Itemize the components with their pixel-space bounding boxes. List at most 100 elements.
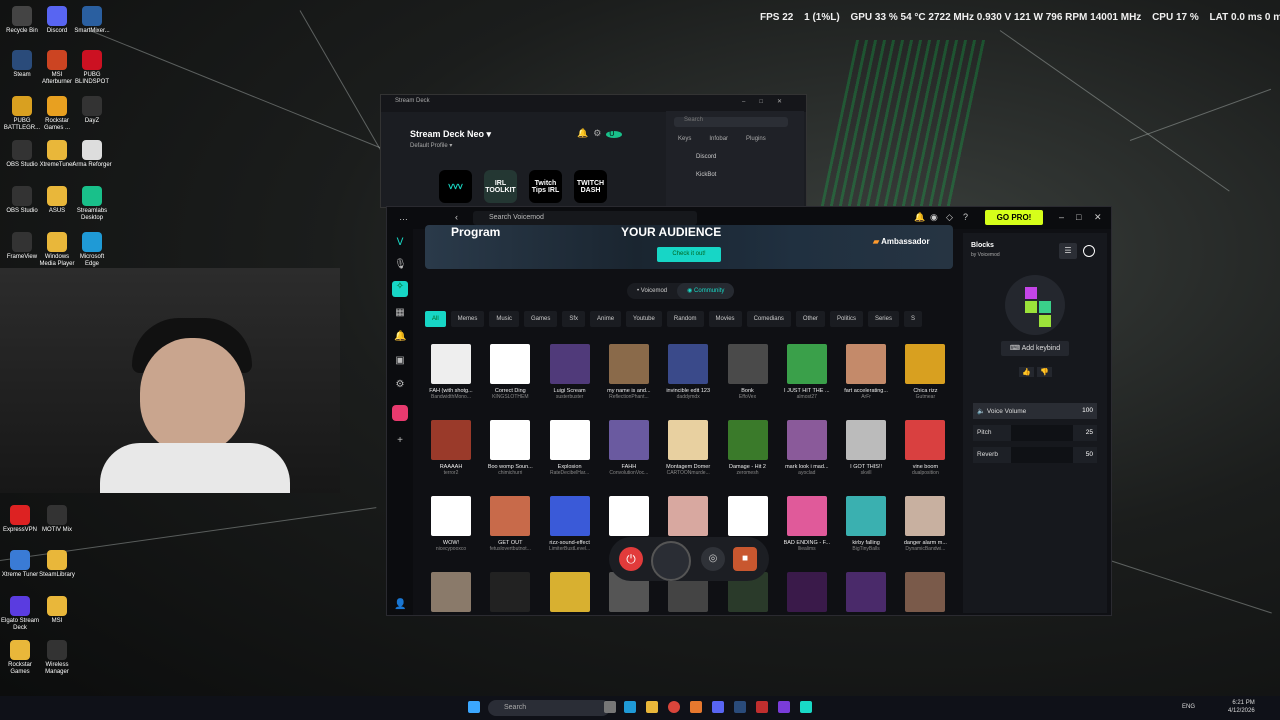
category-tab[interactable]: Comedians bbox=[746, 311, 791, 327]
menu-dots-icon[interactable]: … bbox=[399, 212, 408, 222]
sound-card[interactable] bbox=[897, 572, 953, 612]
desktop-icon[interactable]: SmartMixer... bbox=[72, 6, 112, 35]
blocks-voice-icon[interactable] bbox=[651, 541, 691, 581]
sound-card[interactable]: GET OUT fetuslovertbutnot... bbox=[482, 496, 538, 552]
category-tab[interactable]: Politics bbox=[829, 311, 863, 327]
sound-card[interactable]: danger alarm m... DynamicBandwi... bbox=[897, 496, 953, 552]
close-icon[interactable]: ✕ bbox=[1094, 212, 1102, 223]
stream-deck-titlebar[interactable]: Stream Deck ‒□✕ bbox=[381, 95, 806, 112]
sound-card[interactable] bbox=[838, 572, 894, 612]
desktop-icon[interactable]: Windows Media Player bbox=[37, 232, 77, 268]
taskbar-search[interactable]: Search bbox=[488, 700, 610, 716]
window-controls[interactable]: ‒□✕ bbox=[742, 98, 796, 105]
tab-keys[interactable]: Keys bbox=[678, 136, 691, 142]
sound-card[interactable]: my name is and... ReflectionPhant... bbox=[601, 344, 657, 400]
desktop-icon[interactable]: Discord bbox=[37, 6, 77, 35]
category-tab[interactable]: Movies bbox=[708, 311, 742, 327]
desktop-icon[interactable]: PUBG BATTLEGR... bbox=[2, 96, 42, 132]
sound-card[interactable] bbox=[720, 496, 776, 540]
desktop-icon[interactable]: Microsoft Edge bbox=[72, 232, 112, 268]
sound-card[interactable]: Chica rizz Gutmear bbox=[897, 344, 953, 400]
pitch-slider[interactable]: Pitch 25 bbox=[973, 425, 1097, 441]
pitch-track[interactable] bbox=[1011, 425, 1073, 441]
sound-card[interactable]: BAD ENDING - F... lliealims bbox=[779, 496, 835, 552]
app-icon[interactable] bbox=[690, 701, 702, 713]
sound-card[interactable] bbox=[423, 572, 479, 612]
sd-key-twitch-dash[interactable]: TWITCH DASH bbox=[574, 170, 607, 203]
desktop-icon[interactable]: XtremeTuner bbox=[37, 140, 77, 169]
sound-card[interactable]: I JUST HIT THE ... almost27 bbox=[779, 344, 835, 400]
profile-name[interactable]: Stream Deck Neo ▾ bbox=[410, 129, 491, 140]
sd-key-irl-toolkit[interactable]: IRL TOOLKIT bbox=[484, 170, 517, 203]
desktop-icon[interactable]: Wireless Manager bbox=[37, 640, 77, 676]
desktop-icon[interactable]: Xtreme Tuner bbox=[0, 550, 40, 579]
sound-card[interactable]: mark look i mad... ayoclad bbox=[779, 420, 835, 476]
category-tab[interactable]: Random bbox=[666, 311, 704, 327]
sound-card[interactable]: Montagem Domer CARTOONmurde... bbox=[660, 420, 716, 476]
category-tab[interactable]: Games bbox=[524, 311, 558, 327]
desktop-icon[interactable]: Elgato Stream Deck bbox=[0, 596, 40, 632]
desktop-icon[interactable]: MSI Afterburner bbox=[37, 50, 77, 86]
sd-key-twitch-tips[interactable]: Twitch Tips IRL bbox=[529, 170, 562, 203]
desktop-icon[interactable]: SteamLibrary bbox=[37, 550, 77, 579]
steam-icon[interactable] bbox=[734, 701, 746, 713]
desktop-icon[interactable]: Arma Reforger bbox=[72, 140, 112, 169]
language-indicator[interactable]: ENG bbox=[1182, 704, 1195, 710]
desktop-icon[interactable]: OBS Studio bbox=[2, 140, 42, 169]
app-icon[interactable] bbox=[778, 701, 790, 713]
sound-card[interactable] bbox=[779, 572, 835, 612]
taskbar-clock[interactable]: 6:21 PM 4/12/2026 bbox=[1228, 699, 1255, 715]
add-icon[interactable]: + bbox=[394, 435, 406, 447]
go-pro-button[interactable]: GO PRO! bbox=[985, 210, 1043, 225]
sound-card[interactable]: Correct Ding KINGSLOTHEM bbox=[482, 344, 538, 400]
stream-deck-header-icons[interactable]: 🔔⚙ U bbox=[577, 128, 623, 139]
desktop-icon[interactable]: ExpressVPN bbox=[0, 505, 40, 534]
discord-icon[interactable]: ◉ bbox=[930, 212, 938, 223]
sound-card[interactable]: fart accelerating... ArFr bbox=[838, 344, 894, 400]
desktop-icon[interactable]: Steam bbox=[2, 50, 42, 79]
desktop-icon[interactable]: ASUS bbox=[37, 186, 77, 215]
voice-settings-icon[interactable]: ☰ bbox=[1059, 243, 1077, 259]
category-tab[interactable]: Sfx bbox=[562, 311, 586, 327]
sound-card[interactable]: Bonk EffoVex bbox=[720, 344, 776, 400]
sd-list-item-discord[interactable]: Discord bbox=[696, 154, 804, 160]
file-explorer-icon[interactable] bbox=[646, 701, 658, 713]
sound-card[interactable]: Luigi Scream susterbuster bbox=[542, 344, 598, 400]
microphone-icon[interactable]: 🎙 bbox=[394, 259, 407, 271]
sd-key-voicemod[interactable]: ᐯᐯᐯ bbox=[439, 170, 472, 203]
help-icon[interactable]: ? bbox=[963, 212, 968, 222]
sound-card[interactable]: WOW! nicecypooxco bbox=[423, 496, 479, 552]
desktop-icon[interactable]: FrameView bbox=[2, 232, 42, 261]
add-keybind-button[interactable]: ⌨ Add keybind bbox=[1001, 341, 1069, 356]
app-icon[interactable] bbox=[756, 701, 768, 713]
library-icon[interactable]: ▣ bbox=[394, 355, 406, 367]
sound-card[interactable]: Damage - Hit 2 zeromesh bbox=[720, 420, 776, 476]
voicemod-window[interactable]: … ‹ Search Voicemod 🔔 ◉ ◇ ? GO PRO! ‒ □ … bbox=[386, 206, 1112, 616]
reverb-slider[interactable]: Reverb 50 bbox=[973, 447, 1097, 463]
minimize-icon[interactable]: ‒ bbox=[1059, 212, 1064, 222]
category-tab[interactable]: Memes bbox=[450, 311, 485, 327]
sd-search-input[interactable]: Search bbox=[674, 117, 788, 127]
voicemod-taskbar-icon[interactable] bbox=[800, 701, 812, 713]
category-tab[interactable]: S bbox=[903, 311, 922, 327]
app-icon[interactable] bbox=[392, 405, 408, 421]
desktop-icon[interactable]: DayZ bbox=[72, 96, 112, 125]
dislike-icon[interactable]: 👎 bbox=[1037, 367, 1052, 377]
category-tab[interactable]: All bbox=[425, 311, 446, 327]
desktop-icon[interactable]: PUBG BLINDSPOT bbox=[72, 50, 112, 86]
back-chevron-icon[interactable]: ‹ bbox=[455, 212, 458, 222]
bell-icon[interactable]: 🔔 bbox=[914, 212, 925, 223]
tag-icon[interactable]: ◇ bbox=[946, 212, 953, 223]
tab-infobar[interactable]: Infobar bbox=[709, 136, 728, 142]
sd-list-item-kickbot[interactable]: KickBot bbox=[696, 172, 804, 178]
desktop-icon[interactable]: MSI bbox=[37, 596, 77, 625]
category-tab[interactable]: Youtube bbox=[626, 311, 662, 327]
voicemod-logo-icon[interactable]: ᐯ bbox=[394, 237, 406, 249]
reverb-track[interactable] bbox=[1011, 447, 1073, 463]
sound-card[interactable]: Explosion RateDecibelHar... bbox=[542, 420, 598, 476]
sound-card[interactable] bbox=[482, 572, 538, 612]
like-icon[interactable]: 👍 bbox=[1019, 367, 1034, 377]
desktop-icon[interactable]: Rockstar Games ... bbox=[37, 96, 77, 132]
sound-card[interactable]: FAH (with shotg... BandwidthMono... bbox=[423, 344, 479, 400]
start-button[interactable] bbox=[468, 701, 480, 713]
